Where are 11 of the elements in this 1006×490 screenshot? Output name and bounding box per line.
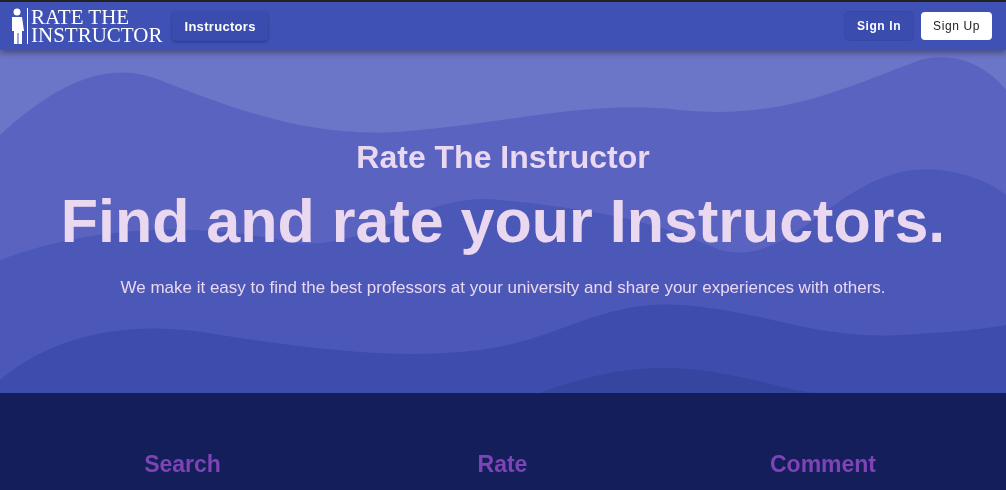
- hero-description: We make it easy to find the best professors at your university and share your experiences with others.: [120, 278, 886, 298]
- sign-up-button[interactable]: Sign Up: [921, 12, 992, 40]
- logo-text: RATE THE INSTRUCTOR: [31, 8, 163, 44]
- hero-headline: Find and rate your Instructors.: [60, 188, 946, 254]
- hero-eyebrow: Rate The Instructor: [356, 138, 650, 176]
- sign-in-button[interactable]: Sign In: [844, 12, 914, 40]
- feature-title: Search: [144, 451, 221, 479]
- person-icon: [10, 8, 24, 44]
- feature-title: Comment: [769, 451, 877, 479]
- feature-title: Rate: [477, 451, 528, 479]
- nav-link[interactable]: Instructors: [172, 11, 268, 41]
